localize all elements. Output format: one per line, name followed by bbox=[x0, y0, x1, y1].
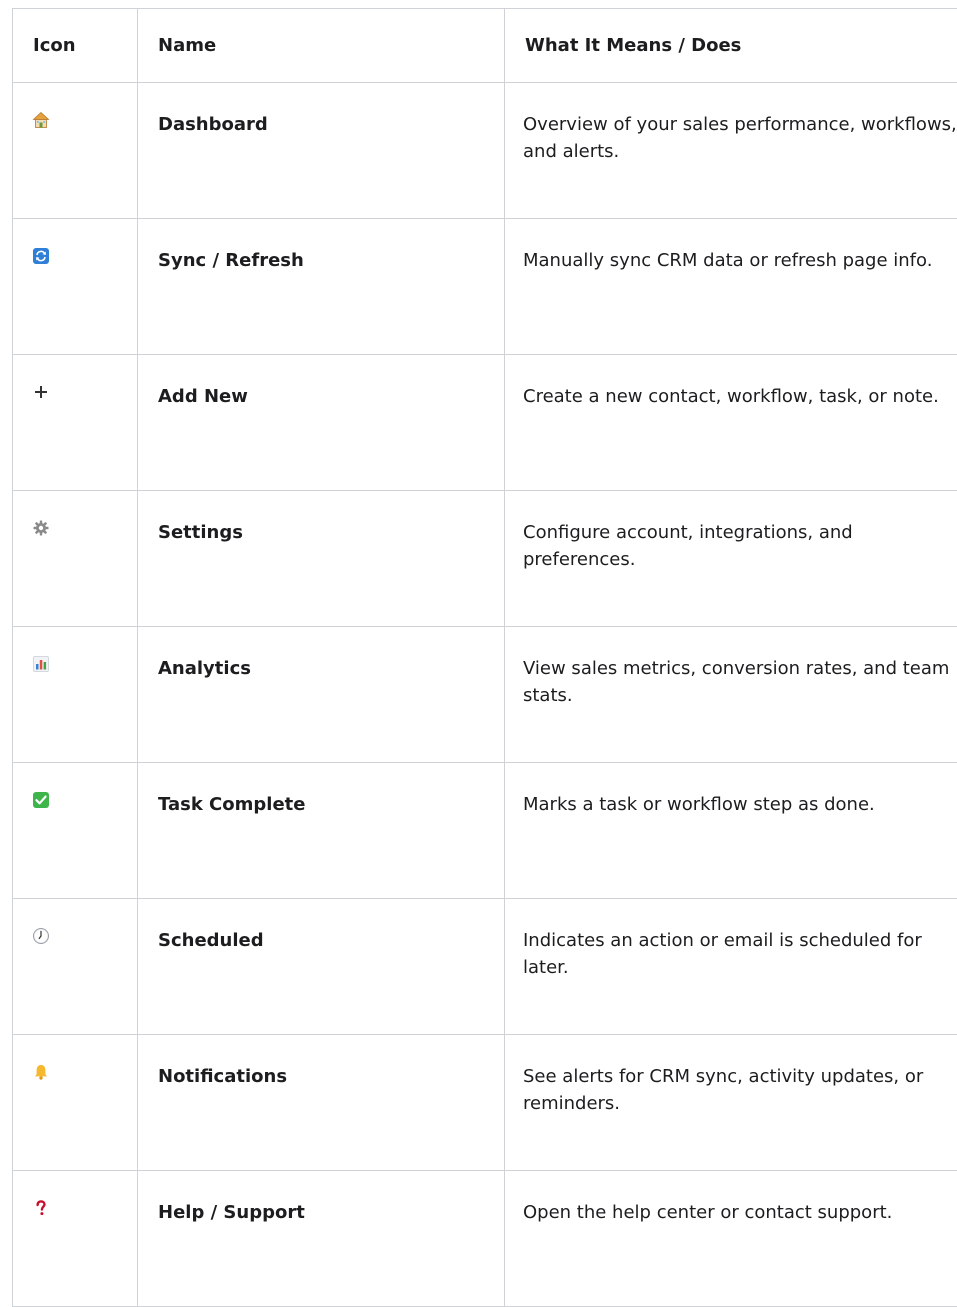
row-description: Indicates an action or email is schedule… bbox=[505, 899, 957, 1035]
table-row: Notifications See alerts for CRM sync, a… bbox=[13, 1035, 957, 1171]
row-description: See alerts for CRM sync, activity update… bbox=[505, 1035, 957, 1171]
header-name: Name bbox=[138, 9, 505, 83]
row-description: Overview of your sales performance, work… bbox=[505, 83, 957, 219]
row-name: Sync / Refresh bbox=[138, 219, 505, 355]
row-name: Task Complete bbox=[138, 763, 505, 899]
table-row: Settings Configure account, integrations… bbox=[13, 491, 957, 627]
bar-chart-icon bbox=[32, 655, 50, 673]
checkmark-icon bbox=[32, 791, 50, 809]
row-name: Add New bbox=[138, 355, 505, 491]
row-description: Manually sync CRM data or refresh page i… bbox=[505, 219, 957, 355]
row-name: Settings bbox=[138, 491, 505, 627]
refresh-icon bbox=[32, 247, 50, 265]
row-description: Open the help center or contact support. bbox=[505, 1171, 957, 1307]
row-description: Configure account, integrations, and pre… bbox=[505, 491, 957, 627]
table-row: Dashboard Overview of your sales perform… bbox=[13, 83, 957, 219]
table-row: Help / Support Open the help center or c… bbox=[13, 1171, 957, 1307]
table-row: Add New Create a new contact, workflow, … bbox=[13, 355, 957, 491]
icon-reference-table: Icon Name What It Means / Does Dashboard bbox=[12, 8, 957, 1307]
row-name: Analytics bbox=[138, 627, 505, 763]
row-name: Notifications bbox=[138, 1035, 505, 1171]
table-row: Analytics View sales metrics, conversion… bbox=[13, 627, 957, 763]
row-description: View sales metrics, conversion rates, an… bbox=[505, 627, 957, 763]
row-name: Scheduled bbox=[138, 899, 505, 1035]
header-icon: Icon bbox=[13, 9, 138, 83]
gear-icon bbox=[32, 519, 50, 537]
table-row: Task Complete Marks a task or workflow s… bbox=[13, 763, 957, 899]
question-mark-icon bbox=[32, 1199, 50, 1217]
bell-icon bbox=[32, 1063, 50, 1081]
table-row: Scheduled Indicates an action or email i… bbox=[13, 899, 957, 1035]
clock-icon bbox=[32, 927, 50, 945]
house-icon bbox=[32, 111, 50, 129]
table-header-row: Icon Name What It Means / Does bbox=[13, 9, 957, 83]
table-row: Sync / Refresh Manually sync CRM data or… bbox=[13, 219, 957, 355]
plus-icon bbox=[32, 383, 50, 401]
row-description: Marks a task or workflow step as done. bbox=[505, 763, 957, 899]
row-description: Create a new contact, workflow, task, or… bbox=[505, 355, 957, 491]
row-name: Dashboard bbox=[138, 83, 505, 219]
header-description: What It Means / Does bbox=[505, 9, 957, 83]
row-name: Help / Support bbox=[138, 1171, 505, 1307]
